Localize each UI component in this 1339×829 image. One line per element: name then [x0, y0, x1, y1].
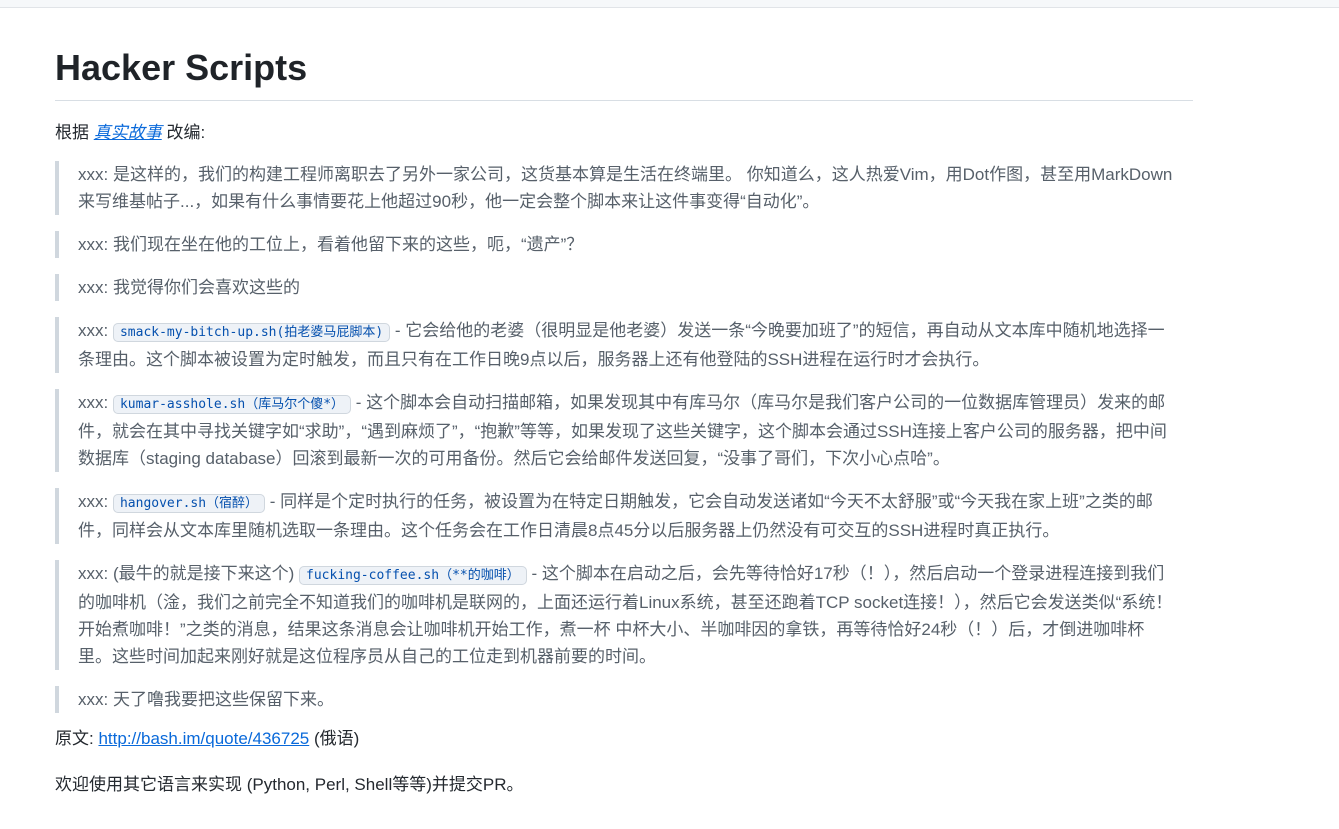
- quote-2: xxx: 我们现在坐在他的工位上，看着他留下来的这些，呃，“遗产”？: [55, 231, 1175, 258]
- script-name-code: fucking-coffee.sh（**的咖啡）: [299, 566, 527, 585]
- quote-text: 我们现在坐在他的工位上，看着他留下来的这些，呃，“遗产”？: [112, 235, 584, 254]
- source-label: 原文:: [55, 729, 94, 748]
- quote-3: xxx: 我觉得你们会喜欢这些的: [55, 274, 1175, 301]
- top-border: [0, 0, 1339, 8]
- script-name-code: kumar-asshole.sh（库马尔个傻*）: [112, 395, 352, 414]
- script-name-code: hangover.sh（宿醉）: [112, 494, 266, 513]
- quote-5: xxx: kumar-asshole.sh（库马尔个傻*） - 这个脚本会自动扫…: [55, 389, 1175, 472]
- quote-speaker: xxx:: [78, 393, 109, 412]
- source-suffix: (俄语): [313, 729, 360, 748]
- page-title: Hacker Scripts: [55, 40, 1193, 101]
- quote-speaker: xxx:: [78, 321, 109, 340]
- quote-8: xxx: 天了噜我要把这些保留下来。: [55, 686, 1175, 713]
- quote-1: xxx: 是这样的，我们的构建工程师离职去了另外一家公司，这货基本算是生活在终端…: [55, 161, 1175, 215]
- intro-prefix: 根据: [55, 123, 89, 142]
- readme-article: Hacker Scripts 根据 真实故事 改编: xxx: 是这样的，我们的…: [55, 40, 1193, 797]
- quote-speaker: xxx:: [78, 690, 109, 709]
- source-link[interactable]: http://bash.im/quote/436725: [98, 729, 309, 748]
- quote-speaker: xxx:: [78, 235, 109, 254]
- intro-suffix: 改编:: [166, 123, 206, 142]
- quote-text: 我觉得你们会喜欢这些的: [112, 278, 300, 297]
- quote-text: 天了噜我要把这些保留下来。: [112, 690, 334, 709]
- quote-speaker: xxx:: [78, 492, 109, 511]
- script-name-code: smack-my-bitch-up.sh(拍老婆马屁脚本): [112, 323, 391, 342]
- quote-4: xxx: smack-my-bitch-up.sh(拍老婆马屁脚本) - 它会给…: [55, 317, 1175, 373]
- quote-6: xxx: hangover.sh（宿醉） - 同样是个定时执行的任务，被设置为在…: [55, 488, 1175, 544]
- quote-speaker: xxx: (最牛的就是接下来这个): [78, 564, 295, 583]
- quote-speaker: xxx:: [78, 278, 109, 297]
- source-paragraph: 原文: http://bash.im/quote/436725 (俄语): [55, 727, 1193, 751]
- true-story-link[interactable]: 真实故事: [94, 123, 162, 142]
- intro-paragraph: 根据 真实故事 改编:: [55, 121, 1193, 145]
- quote-text: 是这样的，我们的构建工程师离职去了另外一家公司，这货基本算是生活在终端里。 你知…: [78, 165, 1173, 211]
- contribute-paragraph: 欢迎使用其它语言来实现 (Python, Perl, Shell等等)并提交PR…: [55, 775, 524, 794]
- quote-7: xxx: (最牛的就是接下来这个) fucking-coffee.sh（**的咖…: [55, 560, 1175, 670]
- quote-speaker: xxx:: [78, 165, 109, 184]
